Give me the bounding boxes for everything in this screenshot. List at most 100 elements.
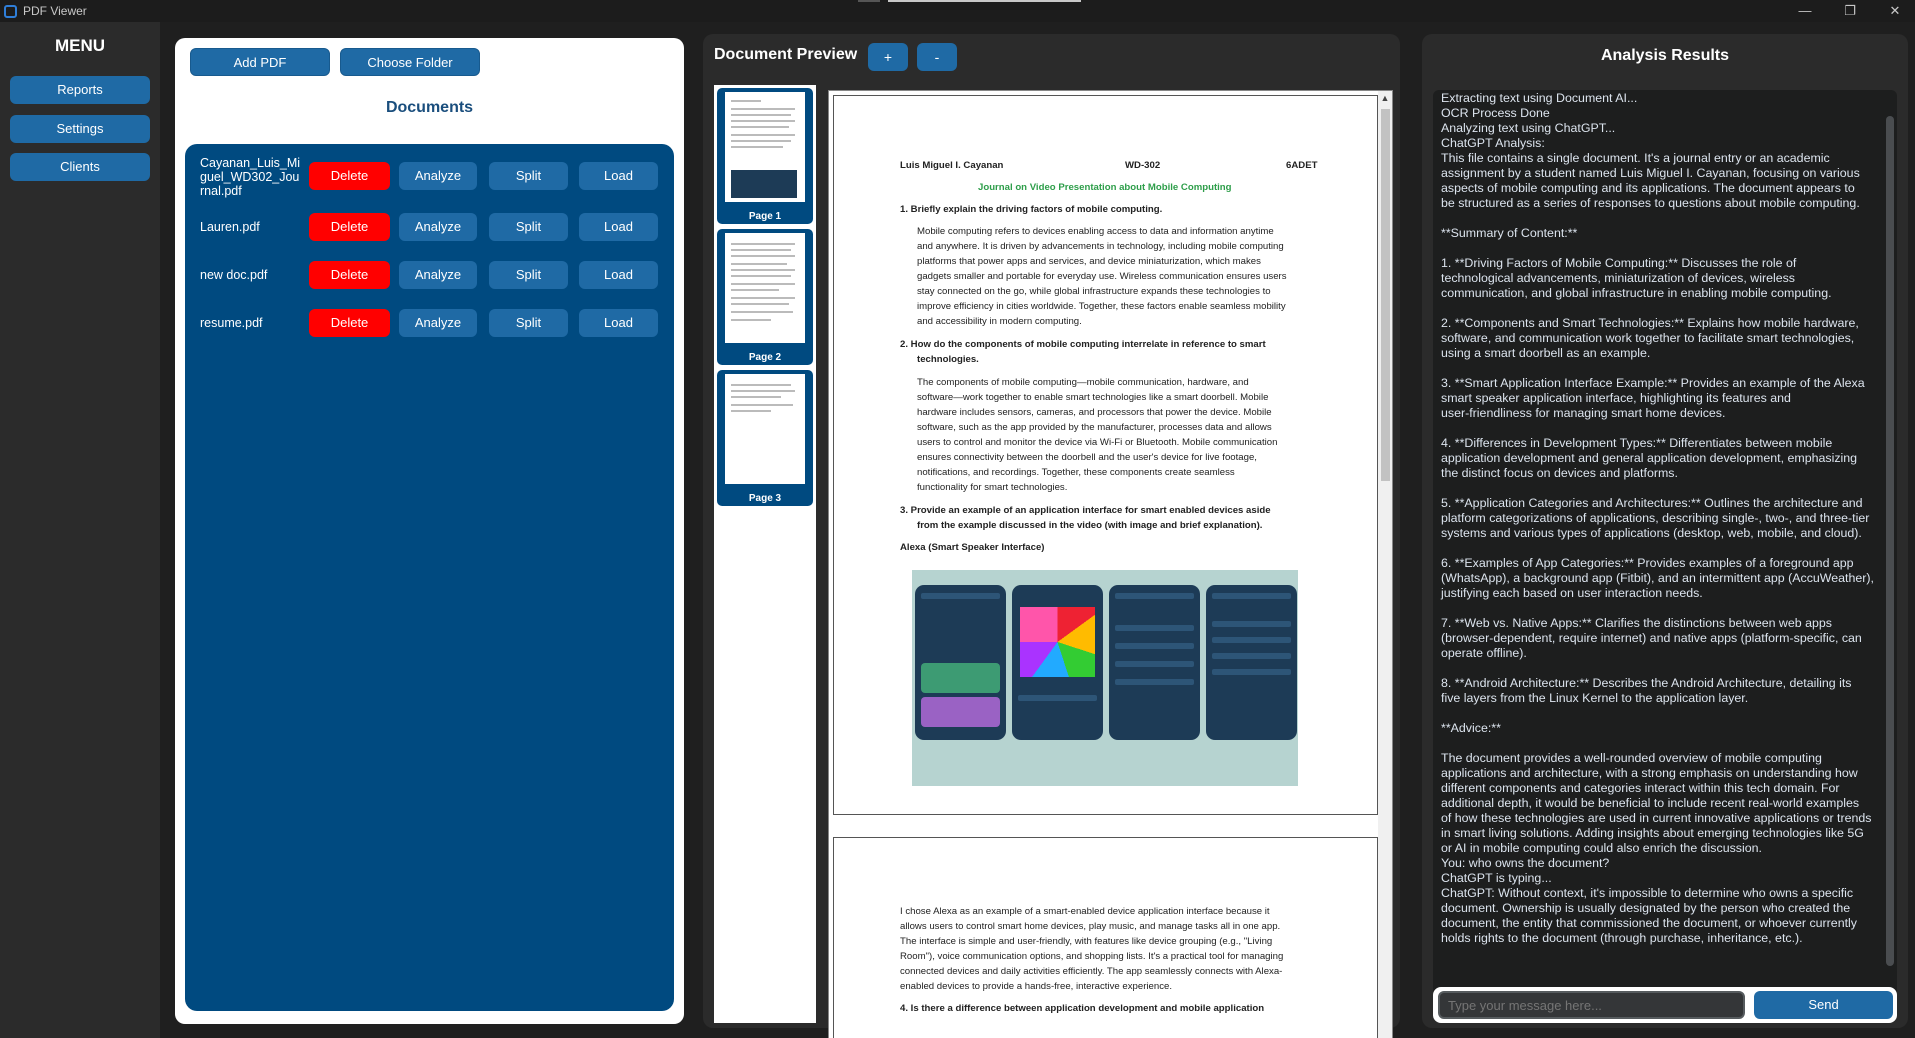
page-thumbnails: Page 1 Page 2 Page 3 xyxy=(714,85,816,1023)
thumbnail-image xyxy=(725,374,805,484)
answer-line: software—work together to enable smart t… xyxy=(917,392,1269,403)
thumbnail-image xyxy=(725,233,805,343)
app-icon xyxy=(4,5,17,18)
answer-line: gadgets smaller and portable for everyda… xyxy=(917,271,1287,282)
split-button[interactable]: Split xyxy=(489,162,568,190)
delete-button[interactable]: Delete xyxy=(309,309,390,337)
sidebar-item-clients[interactable]: Clients xyxy=(10,153,150,181)
answer-line: stay connected on the go, while global i… xyxy=(917,286,1271,297)
question-3: 3. Provide an example of an application … xyxy=(900,505,1271,516)
answer-line: and accessibility in modern computing. xyxy=(917,316,1082,327)
answer-line: and anywhere. It is driven by advancemen… xyxy=(917,241,1284,252)
thumbnail-image xyxy=(725,92,805,202)
drag-handle[interactable] xyxy=(858,0,880,2)
documents-panel: Add PDF Choose Folder Documents Cayanan_… xyxy=(175,38,684,1024)
question-2-cont: technologies. xyxy=(917,354,979,365)
restore-button[interactable]: ❐ xyxy=(1830,1,1870,21)
body-line: I chose Alexa as an example of a smart-e… xyxy=(900,906,1270,917)
analyze-button[interactable]: Analyze xyxy=(399,309,477,337)
delete-button[interactable]: Delete xyxy=(309,213,390,241)
answer-line: notifications, and recordings. Together,… xyxy=(917,467,1235,478)
add-pdf-button[interactable]: Add PDF xyxy=(190,48,330,76)
document-row: Lauren.pdf Delete Analyze Split Load xyxy=(185,212,674,242)
page-thumbnail[interactable]: Page 3 xyxy=(717,370,813,506)
sidebar-item-reports[interactable]: Reports xyxy=(10,76,150,104)
scroll-up-icon[interactable]: ▲ xyxy=(1378,93,1392,103)
split-button[interactable]: Split xyxy=(489,309,568,337)
question-1: 1. Briefly explain the driving factors o… xyxy=(900,204,1163,215)
analysis-output[interactable]: Extracting text using Document AI... OCR… xyxy=(1433,90,1897,1006)
document-row: Cayanan_Luis_Miguel_WD302_Journal.pdf De… xyxy=(185,154,674,202)
title-bar: PDF Viewer — ❐ ✕ xyxy=(0,0,1915,22)
sidebar-item-settings[interactable]: Settings xyxy=(10,115,150,143)
page-label: Page 1 xyxy=(748,211,782,222)
analyze-button[interactable]: Analyze xyxy=(399,162,477,190)
body-line: connected devices and daily activities e… xyxy=(900,966,1283,977)
document-name: Cayanan_Luis_Miguel_WD302_Journal.pdf xyxy=(200,156,301,198)
document-row: new doc.pdf Delete Analyze Split Load xyxy=(185,260,674,290)
author-name: Luis Miguel I. Cayanan xyxy=(900,160,1004,171)
analyze-button[interactable]: Analyze xyxy=(399,213,477,241)
send-button[interactable]: Send xyxy=(1754,991,1893,1019)
answer-line: users to control and monitor the device … xyxy=(917,437,1278,448)
document-heading: Journal on Video Presentation about Mobi… xyxy=(978,182,1232,193)
body-line: enabled devices to provide a hands-free,… xyxy=(900,981,1172,992)
document-row: resume.pdf Delete Analyze Split Load xyxy=(185,308,674,338)
window-title: PDF Viewer xyxy=(23,4,87,18)
analysis-panel: Analysis Results Extracting text using D… xyxy=(1422,34,1908,1028)
preview-scrollbar[interactable]: ▲ ▼ xyxy=(1378,91,1392,1038)
answer-line: The components of mobile computing—mobil… xyxy=(917,377,1249,388)
split-button[interactable]: Split xyxy=(489,261,568,289)
answer-line: functionality for smart technologies. xyxy=(917,482,1068,493)
drag-handle-active[interactable] xyxy=(888,0,1081,2)
answer-line: platforms that power apps and services, … xyxy=(917,256,1261,267)
close-button[interactable]: ✕ xyxy=(1875,1,1915,21)
preview-title: Document Preview xyxy=(714,46,858,63)
document-name: new doc.pdf xyxy=(200,268,268,282)
page-label: Page 3 xyxy=(748,493,782,504)
page-thumbnail[interactable]: Page 2 xyxy=(717,229,813,365)
choose-folder-button[interactable]: Choose Folder xyxy=(340,48,480,76)
alexa-screenshot-image xyxy=(912,570,1298,786)
question-2: 2. How do the components of mobile compu… xyxy=(900,339,1266,350)
pdf-page-view[interactable]: Luis Miguel I. Cayanan WD-302 6ADET Jour… xyxy=(828,90,1393,1038)
analysis-text: Extracting text using Document AI... OCR… xyxy=(1441,91,1874,945)
figure-caption: Alexa (Smart Speaker Interface) xyxy=(900,542,1045,553)
zoom-in-button[interactable]: + xyxy=(868,43,908,71)
analysis-title: Analysis Results xyxy=(1600,47,1730,64)
analyze-button[interactable]: Analyze xyxy=(399,261,477,289)
pdf-page: I chose Alexa as an example of a smart-e… xyxy=(833,837,1378,1038)
page-thumbnail[interactable]: Page 1 xyxy=(717,88,813,224)
section-code: 6ADET xyxy=(1286,160,1318,171)
answer-line: software, such as the app provided by th… xyxy=(917,422,1272,433)
load-button[interactable]: Load xyxy=(579,261,658,289)
document-name: Lauren.pdf xyxy=(200,220,260,234)
body-line: allows users to control smart home devic… xyxy=(900,921,1281,932)
answer-line: improve efficiency in cities worldwide. … xyxy=(917,301,1286,312)
load-button[interactable]: Load xyxy=(579,162,658,190)
load-button[interactable]: Load xyxy=(579,213,658,241)
delete-button[interactable]: Delete xyxy=(309,162,390,190)
document-name: resume.pdf xyxy=(200,316,263,330)
chat-message-input[interactable] xyxy=(1438,991,1745,1019)
scrollbar-thumb[interactable] xyxy=(1381,109,1390,481)
delete-button[interactable]: Delete xyxy=(309,261,390,289)
answer-line: Mobile computing refers to devices enabl… xyxy=(917,226,1274,237)
split-button[interactable]: Split xyxy=(489,213,568,241)
question-4: 4. Is there a difference between applica… xyxy=(900,1003,1265,1014)
question-3-cont: from the example discussed in the video … xyxy=(917,520,1263,531)
zoom-out-button[interactable]: - xyxy=(917,43,957,71)
sidebar: MENU Reports Settings Clients xyxy=(0,22,160,1038)
body-line: The interface is simple and user-friendl… xyxy=(900,936,1273,947)
minimize-button[interactable]: — xyxy=(1785,1,1825,21)
document-preview-panel: Document Preview + - Page 1 Page 2 Page … xyxy=(703,34,1400,1038)
chat-bar: Send xyxy=(1433,987,1897,1023)
document-list: Cayanan_Luis_Miguel_WD302_Journal.pdf De… xyxy=(185,144,674,1011)
course-code: WD-302 xyxy=(1125,160,1161,171)
body-line: Room"), voice communication options, and… xyxy=(900,951,1284,962)
analysis-scrollbar[interactable] xyxy=(1886,116,1894,966)
pdf-page: Luis Miguel I. Cayanan WD-302 6ADET Jour… xyxy=(833,95,1378,815)
documents-title: Documents xyxy=(385,99,474,116)
load-button[interactable]: Load xyxy=(579,309,658,337)
answer-line: hardware includes sensors, cameras, and … xyxy=(917,407,1272,418)
